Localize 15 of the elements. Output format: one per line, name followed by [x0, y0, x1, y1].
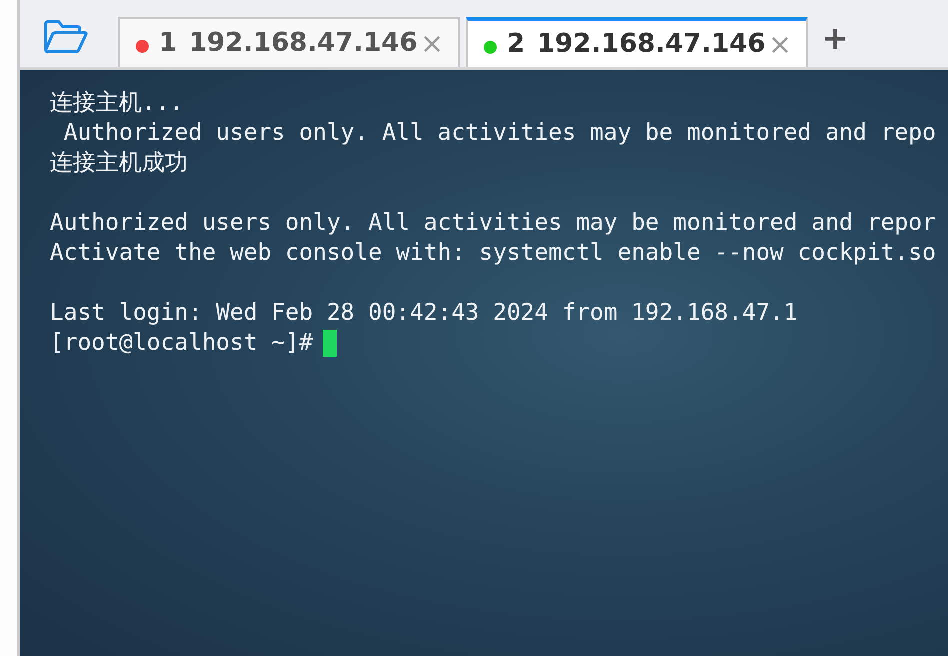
terminal-line: Activate the web console with: systemctl enable --now cockpit.so: [50, 239, 938, 268]
terminal-line: 连接主机成功: [50, 149, 189, 178]
tab-number: 2: [507, 29, 526, 59]
tab[interactable]: 2 192.168.47.146×: [466, 17, 808, 67]
tab-title: 192.168.47.146: [537, 29, 766, 59]
folder-icon[interactable]: [44, 20, 88, 54]
terminal-line: Authorized users only. All activities may be monitored and repor: [50, 209, 938, 238]
terminal-line: Authorized users only. All activities may be monitored and repo: [62, 119, 938, 148]
terminal-line: Last login: Wed Feb 28 00:42:43 2024 from 192.168.47.1: [50, 299, 799, 328]
prompt-text: [root@localhost ~]#: [50, 329, 314, 358]
tab-title: 192.168.47.146: [189, 28, 418, 58]
new-tab-button[interactable]: +: [814, 19, 857, 57]
tab[interactable]: 1 192.168.47.146×: [118, 17, 460, 67]
terminal-line: 连接主机...: [50, 89, 185, 118]
tab-number: 1: [159, 28, 178, 58]
